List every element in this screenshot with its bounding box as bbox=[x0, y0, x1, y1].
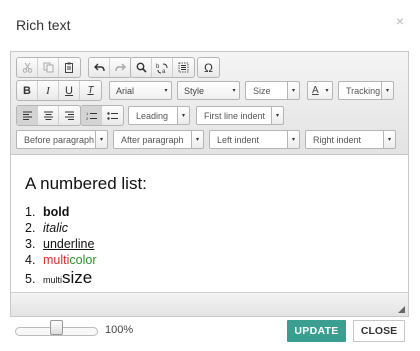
style-select-value: Style bbox=[184, 85, 205, 96]
list-item-text-green: color bbox=[69, 253, 97, 267]
list-item: 3. underline bbox=[25, 236, 408, 252]
zoom-value: 100% bbox=[105, 324, 134, 336]
size-field[interactable]: Size bbox=[245, 81, 288, 100]
list-item: 4. multicolor bbox=[25, 252, 408, 268]
underline-button[interactable]: U bbox=[59, 81, 80, 100]
numbered-list-icon[interactable]: 12 bbox=[81, 106, 102, 125]
special-character-icon[interactable]: Ω bbox=[198, 58, 219, 77]
left-indent-combo[interactable]: Left indent ▾ bbox=[209, 130, 300, 149]
size-combo[interactable]: Size ▾ bbox=[245, 81, 300, 100]
chevron-down-icon[interactable]: ▾ bbox=[288, 81, 300, 100]
list-item-text-red: multi bbox=[43, 253, 70, 267]
special-char-group: Ω bbox=[197, 57, 220, 78]
tracking-field[interactable]: Tracking bbox=[338, 81, 382, 100]
clear-format-glyph: T bbox=[87, 85, 94, 96]
tracking-combo[interactable]: Tracking ▾ bbox=[338, 81, 394, 100]
list-item: 5. multisize bbox=[25, 268, 408, 288]
align-right-icon[interactable] bbox=[59, 106, 80, 125]
font-color-icon: A bbox=[312, 85, 319, 96]
right-indent-field[interactable]: Right indent bbox=[305, 130, 384, 149]
after-paragraph-combo[interactable]: After paragraph ▾ bbox=[113, 130, 204, 149]
leading-combo[interactable]: Leading ▾ bbox=[128, 106, 190, 125]
content-heading: A numbered list: bbox=[25, 174, 147, 193]
numbered-list: 1. bold 2. italic 3. underline 4. multicolor… bbox=[25, 204, 408, 288]
replace-icon[interactable]: ba bbox=[152, 58, 173, 77]
text-format-group: B I U T bbox=[16, 80, 102, 101]
chevron-down-icon[interactable]: ▾ bbox=[272, 106, 284, 125]
before-paragraph-combo[interactable]: Before paragraph ▾ bbox=[16, 130, 108, 149]
list-item-text-small: multi bbox=[43, 275, 63, 285]
list-number: 1. bbox=[25, 205, 36, 219]
list-item: 1. bold bbox=[25, 204, 408, 220]
chevron-down-icon[interactable]: ▾ bbox=[96, 130, 108, 149]
after-paragraph-field[interactable]: After paragraph bbox=[113, 130, 192, 149]
before-paragraph-field[interactable]: Before paragraph bbox=[16, 130, 96, 149]
bullet-list-icon[interactable] bbox=[102, 106, 123, 125]
editor-status-bar bbox=[11, 292, 408, 316]
list-number: 4. bbox=[25, 253, 36, 267]
style-select[interactable]: Style ▾ bbox=[177, 81, 240, 100]
font-select-value: Arial bbox=[116, 85, 135, 96]
chevron-down-icon[interactable]: ▾ bbox=[382, 81, 394, 100]
editor-content[interactable]: A numbered list: 1. bold 2. italic 3. under… bbox=[11, 156, 408, 292]
list-number: 3. bbox=[25, 237, 36, 251]
rich-text-editor: ba Ω B I U T Arial ▾ Style ▾ Size ▾ A ▾ … bbox=[10, 51, 409, 317]
align-left-icon[interactable] bbox=[17, 106, 38, 125]
list-item: 2. italic bbox=[25, 220, 408, 236]
close-button[interactable]: CLOSE bbox=[353, 320, 405, 342]
list-item-text-large: size bbox=[62, 268, 93, 287]
search-icon[interactable] bbox=[131, 58, 152, 77]
right-indent-combo[interactable]: Right indent ▾ bbox=[305, 130, 396, 149]
font-color-picker[interactable]: A ▾ bbox=[307, 81, 333, 100]
undo-icon[interactable] bbox=[89, 58, 110, 77]
bold-button[interactable]: B bbox=[17, 81, 38, 100]
find-group: ba bbox=[130, 57, 195, 78]
leading-field[interactable]: Leading bbox=[128, 106, 178, 125]
dialog-title: Rich text bbox=[16, 17, 71, 33]
svg-text:b: b bbox=[156, 64, 160, 70]
chevron-down-icon: ▾ bbox=[232, 88, 236, 94]
alignment-group bbox=[16, 105, 81, 126]
resize-handle-icon[interactable] bbox=[398, 306, 405, 313]
select-all-icon[interactable] bbox=[173, 58, 194, 77]
copy-icon[interactable] bbox=[38, 58, 59, 77]
chevron-down-icon[interactable]: ▾ bbox=[384, 130, 396, 149]
redo-icon[interactable] bbox=[110, 58, 131, 77]
rich-text-dialog: Rich text × b a Ω B I U T Arial ▾ Style … bbox=[0, 0, 420, 351]
font-select[interactable]: Arial ▾ bbox=[109, 81, 172, 100]
first-line-indent-combo[interactable]: First line indent ▾ bbox=[196, 106, 284, 125]
chevron-down-icon[interactable]: ▾ bbox=[178, 106, 190, 125]
close-icon[interactable]: × bbox=[394, 14, 406, 28]
list-item-text: bold bbox=[43, 205, 70, 219]
list-number: 2. bbox=[25, 221, 36, 235]
clear-format-icon[interactable]: T bbox=[80, 81, 101, 100]
zoom-slider-thumb[interactable] bbox=[50, 320, 63, 335]
chevron-down-icon[interactable]: ▾ bbox=[192, 130, 204, 149]
chevron-down-icon: ▾ bbox=[164, 88, 168, 94]
history-group bbox=[88, 57, 132, 78]
italic-button[interactable]: I bbox=[38, 81, 59, 100]
list-number: 5. bbox=[25, 272, 36, 286]
editor-toolbar: ba Ω B I U T Arial ▾ Style ▾ Size ▾ A ▾ … bbox=[11, 52, 408, 155]
cut-icon[interactable] bbox=[17, 58, 38, 77]
svg-text:2: 2 bbox=[86, 116, 89, 121]
svg-text:a: a bbox=[162, 69, 166, 74]
list-group: 12 bbox=[80, 105, 124, 126]
update-button[interactable]: UPDATE bbox=[287, 320, 346, 342]
list-item-text: underline bbox=[43, 237, 95, 251]
clipboard-group bbox=[16, 57, 81, 78]
align-center-icon[interactable] bbox=[38, 106, 59, 125]
chevron-down-icon: ▾ bbox=[325, 88, 329, 94]
left-indent-field[interactable]: Left indent bbox=[209, 130, 288, 149]
first-line-indent-field[interactable]: First line indent bbox=[196, 106, 272, 125]
list-item-text: italic bbox=[43, 221, 69, 235]
chevron-down-icon[interactable]: ▾ bbox=[288, 130, 300, 149]
paste-icon[interactable] bbox=[59, 58, 80, 77]
